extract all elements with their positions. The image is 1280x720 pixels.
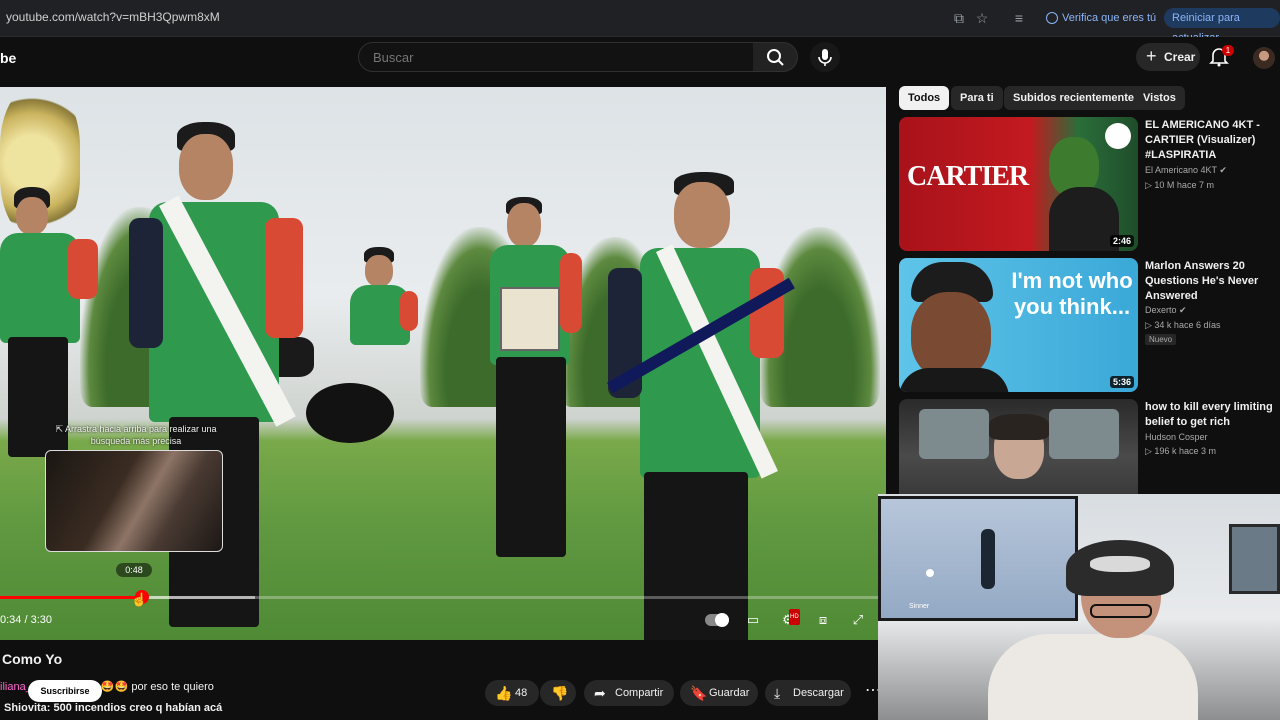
fullscreen-button[interactable]: ⤢	[847, 612, 869, 628]
subscribe-button[interactable]: Suscribirse	[28, 680, 102, 702]
plus-icon: +	[1146, 46, 1157, 66]
hd-badge: HD	[789, 609, 800, 625]
streamer-webcam: Sinner	[878, 494, 1280, 720]
video-thumbnail[interactable]	[899, 399, 1138, 494]
channel-name[interactable]: Hudson Cosper	[1145, 432, 1208, 442]
download-button[interactable]: ⤓ Descargar	[765, 680, 851, 706]
video-title: Como Yo	[2, 651, 63, 667]
webcam-person-shirt	[988, 634, 1198, 720]
video-meta-text: 196 k hace 3 m	[1154, 446, 1216, 456]
chip-todos[interactable]: Todos	[899, 86, 950, 110]
notifications-button[interactable]: 1	[1208, 45, 1236, 69]
share-button[interactable]: ➦ Compartir	[584, 680, 674, 706]
settings-button[interactable]: ⚙ HD	[777, 609, 800, 628]
video-meta-text: 34 k hace 6 días	[1154, 320, 1221, 330]
hand-cursor-icon: ☝	[131, 592, 148, 607]
verified-icon: ✔	[1219, 165, 1227, 175]
play-icon: ▷	[1145, 180, 1155, 190]
recommended-video-title[interactable]: EL AMERICANO 4KT - CARTIER (Visualizer) …	[1145, 118, 1275, 163]
save-label: Guardar	[709, 687, 750, 699]
save-button[interactable]: 🔖 Guardar	[680, 680, 758, 706]
recommended-video-title[interactable]: Marlon Answers 20 Questions He's Never A…	[1145, 259, 1275, 304]
new-badge: Nuevo	[1145, 334, 1177, 345]
dislike-button[interactable]: 👎	[540, 680, 576, 706]
channel-name[interactable]: Dexerto ✔	[1145, 305, 1187, 316]
share-icon: ➦	[594, 685, 606, 701]
drag-search-hint: ⇱ Arrastra hacia arriba para realizar un…	[55, 424, 217, 446]
play-icon: ▷	[1145, 446, 1155, 456]
channel-name-text: Dexerto	[1145, 305, 1177, 315]
scrub-preview-thumbnail	[45, 450, 223, 552]
profile-icon	[1046, 12, 1058, 24]
create-button[interactable]: + Crear	[1136, 43, 1200, 71]
glasses	[1090, 604, 1152, 618]
thumbs-down-icon: 👎	[551, 685, 569, 701]
verify-identity-button[interactable]: Verifica que eres tú	[1040, 8, 1166, 28]
video-meta: ▷ 196 k hace 3 m	[1145, 446, 1216, 457]
live-chat-message-2: Shiovita: 500 incendios creo q habían ac…	[4, 702, 223, 714]
toggle-knob	[715, 613, 729, 627]
video-duration: 5:36	[1109, 376, 1134, 388]
search-input[interactable]	[371, 49, 745, 66]
cast-icon[interactable]: ⧉	[950, 9, 968, 27]
create-label: Crear	[1164, 50, 1196, 64]
search-box[interactable]	[358, 42, 754, 72]
miniplayer-icon: ⧈	[818, 612, 828, 627]
progress-played	[0, 596, 143, 599]
wall-picture	[1229, 524, 1280, 594]
miniplayer-button[interactable]: ⧈	[812, 612, 834, 628]
bookmark-star-icon[interactable]: ☆	[973, 9, 991, 27]
time-display: 0:34 / 3:30	[0, 614, 52, 626]
share-label: Compartir	[615, 687, 664, 699]
chip-subidos-recientemente[interactable]: Subidos recientemente	[1004, 86, 1144, 110]
channel-logo-icon	[1105, 123, 1131, 149]
video-meta-text: 10 M hace 7 m	[1154, 180, 1214, 190]
verified-icon: ✔	[1179, 305, 1187, 315]
account-avatar[interactable]	[1253, 47, 1275, 69]
chip-vistos[interactable]: Vistos	[1134, 86, 1185, 110]
video-thumbnail[interactable]: I'm not who you think... 5:36	[899, 258, 1138, 392]
tv-caption: Sinner	[909, 603, 930, 610]
reading-list-icon[interactable]: ≡	[1010, 9, 1028, 27]
play-icon: ▷	[1145, 320, 1155, 330]
video-meta: ▷ 34 k hace 6 días	[1145, 320, 1220, 331]
channel-name[interactable]: El Americano 4KT ✔	[1145, 165, 1227, 176]
restart-update-button[interactable]: Reiniciar para actualizar	[1164, 8, 1280, 44]
subtitles-button[interactable]: ▭	[742, 612, 764, 628]
search-button[interactable]	[753, 42, 798, 72]
download-icon: ⤓	[774, 685, 781, 701]
thumbnail-text: I'm not who you think...	[1011, 268, 1133, 319]
like-button[interactable]: 👍 48	[485, 680, 539, 706]
notification-badge: 1	[1222, 45, 1234, 56]
voice-search-button[interactable]	[810, 42, 840, 72]
subtitles-icon: ▭	[746, 612, 760, 627]
fullscreen-icon: ⤢	[852, 612, 864, 627]
bookmark-icon: 🔖	[690, 685, 708, 701]
youtube-logo[interactable]: be	[0, 50, 16, 66]
scrub-preview-time: 0:48	[116, 563, 152, 577]
thumbnail-text: CARTIER	[907, 161, 1029, 192]
cap-logo	[1090, 556, 1150, 572]
recommended-video-title[interactable]: how to kill every limiting belief to get…	[1145, 400, 1275, 430]
channel-name-text: El Americano 4KT	[1145, 165, 1217, 175]
microphone-icon	[818, 49, 832, 66]
like-count: 48	[515, 687, 528, 699]
search-icon	[767, 49, 784, 66]
webcam-tv-screen: Sinner	[878, 496, 1078, 621]
video-duration: 2:46	[1109, 235, 1134, 247]
download-label: Descargar	[793, 687, 844, 699]
verify-label: Verifica que eres tú	[1062, 12, 1157, 24]
video-thumbnail[interactable]: CARTIER 2:46	[899, 117, 1138, 251]
thumbs-up-icon: 👍	[495, 685, 513, 701]
chip-para-ti[interactable]: Para ti	[951, 86, 1003, 110]
autoplay-toggle[interactable]	[705, 613, 729, 627]
video-player[interactable]	[0, 87, 886, 640]
address-bar[interactable]: youtube.com/watch?v=mBH3Qpwm8xM	[6, 10, 220, 24]
video-meta: ▷ 10 M hace 7 m	[1145, 180, 1214, 191]
